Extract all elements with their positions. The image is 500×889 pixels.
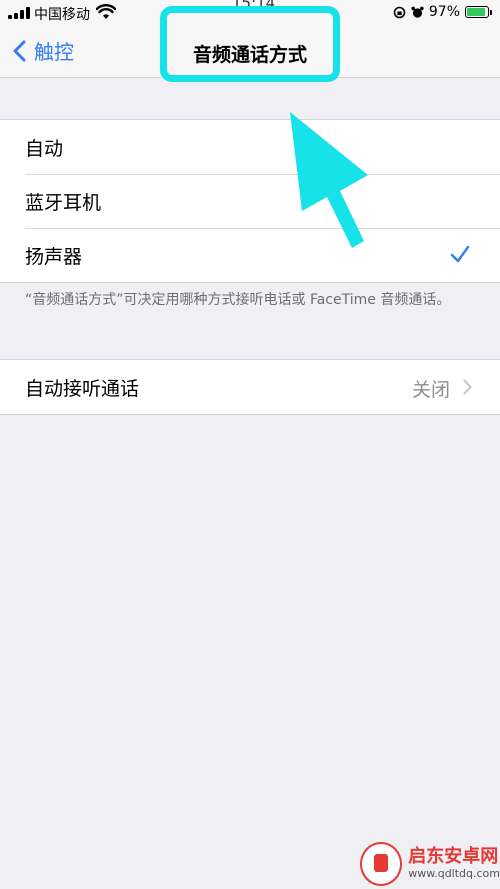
footer-description: “音频通话方式”可决定用哪种方式接听电话或 FaceTime 音频通话。 bbox=[25, 292, 451, 308]
orientation-lock-icon bbox=[393, 6, 406, 18]
auto-answer-calls-row[interactable]: 自动接听通话 关闭 bbox=[0, 360, 500, 414]
carrier-name: 中国移动 bbox=[34, 7, 90, 23]
wifi-icon bbox=[96, 4, 116, 19]
checkmark-icon bbox=[450, 245, 470, 263]
option-label: 蓝牙耳机 bbox=[25, 191, 102, 214]
chevron-right-icon bbox=[463, 379, 472, 395]
watermark-logo-icon bbox=[360, 841, 403, 886]
battery-icon bbox=[465, 6, 489, 18]
cellular-signal-icon bbox=[8, 7, 30, 19]
option-auto[interactable]: 自动 bbox=[0, 120, 500, 174]
auto-answer-label: 自动接听通话 bbox=[25, 377, 140, 400]
battery-percent: 97% bbox=[428, 4, 460, 20]
watermark-url: www.qdltdq.com bbox=[408, 867, 500, 880]
option-bluetooth-headset[interactable]: 蓝牙耳机 bbox=[0, 174, 500, 228]
call-audio-routing-options: 自动 蓝牙耳机 扬声器 bbox=[0, 119, 500, 283]
title-highlight-box bbox=[160, 6, 340, 82]
auto-answer-value: 关闭 bbox=[411, 379, 450, 401]
watermark-title: 启东安卓网 bbox=[408, 846, 499, 867]
option-label: 自动 bbox=[25, 137, 64, 160]
option-label: 扬声器 bbox=[25, 245, 83, 268]
auto-answer-group: 自动接听通话 关闭 bbox=[0, 359, 500, 415]
alarm-icon bbox=[411, 6, 424, 18]
site-watermark: 启东安卓网 www.qdltdq.com bbox=[360, 838, 500, 889]
option-speaker[interactable]: 扬声器 bbox=[0, 228, 500, 282]
